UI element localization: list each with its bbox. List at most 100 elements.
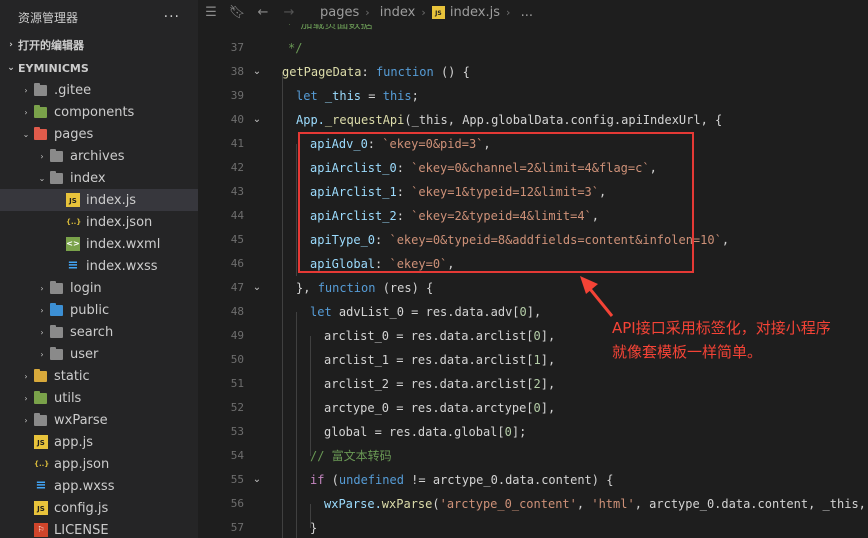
code-token: 0 — [504, 425, 512, 439]
tree-item[interactable]: › user — [0, 343, 198, 365]
tree-item[interactable]: › public — [0, 299, 198, 321]
chevron-down-icon: ⌄ — [7, 63, 15, 73]
tree-item[interactable]: {..} app.json — [0, 453, 198, 475]
editor-toolbar: ☰ 🔖︎ ← → pages › index › JS index.js › ... — [198, 0, 868, 24]
code-token: , — [576, 497, 592, 511]
tree-item-label: wxParse — [54, 412, 108, 428]
code-line: } — [198, 516, 868, 538]
breadcrumb-item[interactable]: index — [380, 5, 416, 20]
code-token: 0 — [533, 329, 541, 343]
code-token: function — [375, 65, 434, 79]
more-actions-icon[interactable]: ··· — [164, 9, 180, 25]
annotation-line: 就像套模板一样简单。 — [612, 343, 763, 361]
tree-item-label: login — [70, 280, 102, 296]
folder-icon — [50, 302, 63, 316]
tree-item[interactable]: ≡ index.wxss — [0, 255, 198, 277]
bookmark-icon[interactable]: 🔖︎ — [224, 5, 250, 20]
json-file-icon: {..} — [66, 218, 82, 226]
open-editors-section[interactable]: › 打开的编辑器 — [0, 34, 198, 56]
tree-item[interactable]: › .gitee — [0, 79, 198, 101]
tree-item[interactable]: › login — [0, 277, 198, 299]
forward-arrow-icon[interactable]: → — [276, 5, 302, 20]
chevron-down-icon: ⌄ — [38, 173, 46, 183]
breadcrumb-item[interactable]: ... — [521, 5, 533, 20]
back-arrow-icon[interactable]: ← — [250, 5, 276, 20]
chevron-right-icon: › — [40, 327, 44, 337]
code-token: , arctype_0.data.content, _this, — [634, 497, 868, 511]
tree-item[interactable]: ⚐ LICENSE — [0, 519, 198, 538]
code-comment: * 加载页面数据 — [286, 24, 373, 31]
tree-item[interactable]: <> index.wxml — [0, 233, 198, 255]
tree-item[interactable]: › components — [0, 101, 198, 123]
tree-item[interactable]: ⌄ index — [0, 167, 198, 189]
tree-item-label: index.wxml — [86, 236, 161, 252]
code-token: ], — [526, 305, 542, 319]
breadcrumb: pages › index › JS index.js › ... — [316, 5, 537, 20]
file-tree: › .gitee › components ⌄ pages › archives ⌄ index J… — [0, 79, 198, 538]
chevron-right-icon: › — [24, 393, 28, 403]
tree-item[interactable]: › utils — [0, 387, 198, 409]
explorer-title: 资源管理器 — [18, 10, 79, 25]
code-token: let — [296, 89, 318, 103]
code-token: ], — [540, 353, 556, 367]
code-token: arclist_2 = res.data.arclist[ — [324, 377, 534, 391]
tree-item-label: utils — [54, 390, 82, 406]
tree-item[interactable]: ⌄ pages — [0, 123, 198, 145]
code-token: function — [317, 281, 376, 295]
code-token: ], — [540, 377, 556, 391]
list-icon[interactable]: ☰ — [198, 5, 224, 20]
chevron-right-icon: › — [40, 283, 44, 293]
folder-icon — [50, 324, 63, 338]
code-token: ( — [324, 473, 339, 487]
tree-item[interactable]: JS app.js — [0, 431, 198, 453]
code-token: 1 — [533, 353, 541, 367]
tree-item-label: public — [70, 302, 110, 318]
code-token: _requestApi — [324, 113, 405, 127]
tree-item[interactable]: › wxParse — [0, 409, 198, 431]
folder-icon — [50, 170, 63, 184]
chevron-right-icon: › — [24, 415, 28, 425]
tree-item-label: search — [70, 324, 114, 340]
folder-icon — [34, 390, 47, 404]
chevron-right-icon: › — [40, 151, 44, 161]
code-token: if — [310, 473, 325, 487]
chevron-right-icon: › — [40, 305, 44, 315]
method-name: getPageData — [282, 65, 362, 79]
tree-item[interactable]: › archives — [0, 145, 198, 167]
folder-icon — [34, 82, 47, 96]
tree-item-label: app.json — [54, 456, 110, 472]
chevron-right-icon: › — [40, 349, 44, 359]
tree-item-label: index.js — [86, 192, 137, 208]
code-token: 0 — [519, 305, 527, 319]
tree-item[interactable]: ≡ app.wxss — [0, 475, 198, 497]
code-line: arclist_2 = res.data.arclist[2], — [198, 372, 868, 396]
wxss-file-icon: ≡ — [35, 478, 47, 493]
chevron-right-icon: › — [24, 107, 28, 117]
folder-icon — [34, 104, 47, 118]
code-token: advList_0 = res.data.adv[ — [331, 305, 520, 319]
tree-item[interactable]: JS index.js — [0, 189, 198, 211]
code-token: 'arctype_0_content' — [439, 497, 577, 511]
tree-item[interactable]: JS config.js — [0, 497, 198, 519]
code-token: ], — [540, 401, 556, 415]
code-editor[interactable]: * 加载页面数据 37 38 ⌄ 39 40 ⌄ 41 42 43 44 45 46 47 ⌄ 48 49 50… — [198, 24, 868, 538]
tree-item[interactable]: {..} index.json — [0, 211, 198, 233]
code-token: () { — [433, 65, 470, 79]
code-line: // 富文本转码 — [198, 444, 868, 468]
breadcrumb-item[interactable]: pages — [320, 5, 359, 20]
code-line: getPageData: function () { — [198, 60, 868, 84]
breadcrumb-item[interactable]: index.js — [450, 5, 500, 20]
tree-item[interactable]: › search — [0, 321, 198, 343]
project-section[interactable]: ⌄ EYMINICMS — [0, 57, 198, 79]
code-token: global = res.data.global[ — [324, 425, 505, 439]
tree-item-label: static — [54, 368, 90, 384]
folder-icon — [50, 280, 63, 294]
folder-icon — [50, 148, 63, 162]
annotation-text: API接口采用标签化，对接小程序 就像套模板一样简单。 — [612, 316, 852, 364]
code-token: = — [361, 89, 383, 103]
code-line: */ — [198, 36, 868, 60]
tree-item[interactable]: › static — [0, 365, 198, 387]
tree-item-label: index.wxss — [86, 258, 158, 274]
chevron-right-icon: › — [9, 40, 13, 50]
code-comment: */ — [288, 41, 303, 55]
